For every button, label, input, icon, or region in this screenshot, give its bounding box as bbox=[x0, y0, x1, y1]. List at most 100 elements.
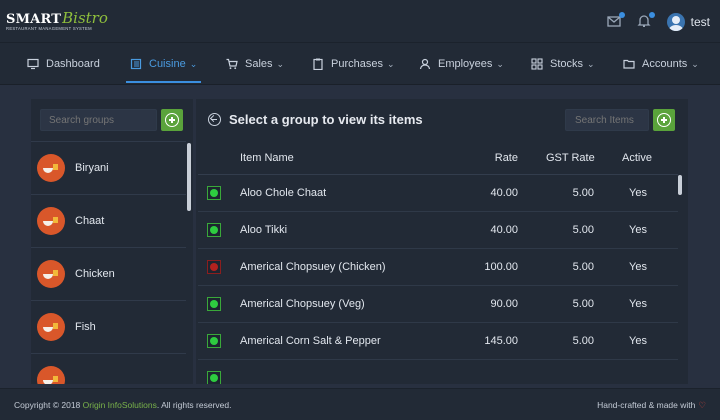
nav-accounts[interactable]: Accounts ⌄ bbox=[623, 43, 699, 85]
item-rate: 90.00 bbox=[490, 298, 518, 310]
item-name: Americal Chopsuey (Chicken) bbox=[240, 261, 386, 273]
avatar[interactable] bbox=[666, 12, 685, 31]
item-gst-rate: 5.00 bbox=[572, 261, 594, 273]
footer-credit: Hand-crafted & made with ♡ bbox=[597, 400, 706, 411]
bell-icon[interactable] bbox=[637, 11, 655, 30]
item-name: Aloo Chole Chaat bbox=[240, 187, 327, 199]
logo-secondary: Bistro bbox=[62, 9, 108, 27]
non-veg-icon bbox=[207, 260, 221, 274]
company-link[interactable]: Origin InfoSolutions bbox=[83, 400, 157, 410]
main-nav: Dashboard Cuisine ⌄ Sales ⌄ Purchases ⌄ … bbox=[0, 43, 720, 85]
list-item[interactable]: Chaat bbox=[31, 194, 186, 247]
page-title: Select a group to view its items bbox=[229, 112, 423, 127]
username[interactable]: test bbox=[691, 15, 710, 29]
column-item-name[interactable]: Item Name bbox=[240, 152, 294, 164]
copyright-text: Copyright © 2018 Origin InfoSolutions. A… bbox=[14, 400, 231, 410]
item-active: Yes bbox=[629, 335, 647, 347]
item-gst-rate: 5.00 bbox=[572, 298, 594, 310]
nav-stocks[interactable]: Stocks ⌄ bbox=[531, 43, 595, 85]
nav-sales-label: Sales bbox=[245, 58, 273, 70]
items-scrollbar[interactable] bbox=[678, 175, 682, 195]
nav-employees[interactable]: Employees ⌄ bbox=[419, 43, 504, 85]
copyright-suffix: . All rights reserved. bbox=[156, 400, 232, 410]
table-row[interactable]: Americal Chopsuey (Veg) 90.00 5.00 Yes bbox=[198, 286, 678, 323]
column-gst-rate[interactable]: GST Rate bbox=[546, 152, 595, 164]
users-icon bbox=[419, 58, 431, 70]
chevron-down-icon: ⌄ bbox=[189, 58, 198, 69]
veg-icon bbox=[207, 186, 221, 200]
nav-purchases-label: Purchases bbox=[331, 58, 383, 70]
search-items-input[interactable] bbox=[565, 109, 649, 131]
chevron-down-icon: ⌄ bbox=[691, 58, 699, 69]
monitor-icon bbox=[27, 58, 39, 70]
food-icon bbox=[37, 154, 65, 182]
item-name: Americal Corn Salt & Pepper bbox=[240, 335, 381, 347]
nav-cuisine[interactable]: Cuisine ⌄ bbox=[125, 43, 202, 85]
logo-tagline: RESTAURANT MANAGEMENT SYSTEM bbox=[6, 26, 92, 31]
nav-cuisine-label: Cuisine bbox=[149, 58, 186, 70]
list-item[interactable]: Biryani bbox=[31, 141, 186, 194]
add-group-button[interactable] bbox=[161, 109, 183, 131]
mail-badge bbox=[618, 11, 625, 18]
list-item[interactable] bbox=[31, 353, 186, 384]
item-active: Yes bbox=[629, 224, 647, 236]
item-rate: 40.00 bbox=[490, 187, 518, 199]
list-item[interactable]: Fish bbox=[31, 300, 186, 353]
group-label: Fish bbox=[75, 321, 96, 333]
group-list: Biryani Chaat Chicken Fish bbox=[31, 141, 186, 384]
item-active: Yes bbox=[629, 261, 647, 273]
item-gst-rate: 5.00 bbox=[572, 187, 594, 199]
plus-circle-icon bbox=[165, 113, 179, 127]
column-rate[interactable]: Rate bbox=[466, 152, 518, 164]
table-header: Item Name Rate GST Rate Active bbox=[198, 143, 678, 175]
app-logo[interactable]: SMARTBistro RESTAURANT MANAGEMENT SYSTEM bbox=[6, 9, 108, 35]
nav-accounts-label: Accounts bbox=[642, 58, 688, 70]
notification-badge bbox=[648, 11, 655, 18]
table-row[interactable]: Americal Chopsuey (Chicken) 100.00 5.00 … bbox=[198, 249, 678, 286]
nav-dashboard[interactable]: Dashboard bbox=[27, 43, 100, 85]
add-item-button[interactable] bbox=[653, 109, 675, 131]
list-item[interactable]: Chicken bbox=[31, 247, 186, 300]
cart-icon bbox=[226, 58, 238, 70]
chevron-down-icon: ⌄ bbox=[587, 58, 595, 69]
item-rate: 40.00 bbox=[490, 224, 518, 236]
nav-dashboard-label: Dashboard bbox=[46, 58, 100, 70]
mail-icon[interactable] bbox=[607, 11, 625, 30]
item-gst-rate: 5.00 bbox=[572, 335, 594, 347]
food-icon bbox=[37, 366, 65, 384]
item-active: Yes bbox=[629, 298, 647, 310]
nav-sales[interactable]: Sales ⌄ bbox=[226, 43, 284, 85]
table-row[interactable]: Aloo Chole Chaat 40.00 5.00 Yes bbox=[198, 175, 678, 212]
items-panel: Select a group to view its items Item Na… bbox=[196, 99, 688, 384]
grid-icon bbox=[531, 58, 543, 70]
column-active[interactable]: Active bbox=[622, 152, 652, 164]
table-row[interactable] bbox=[198, 360, 678, 384]
nav-purchases[interactable]: Purchases ⌄ bbox=[312, 43, 395, 85]
group-label: Chaat bbox=[75, 215, 105, 227]
veg-icon bbox=[207, 371, 221, 384]
search-groups-input[interactable] bbox=[40, 109, 157, 131]
nav-stocks-label: Stocks bbox=[550, 58, 584, 70]
food-icon bbox=[37, 260, 65, 288]
nav-employees-label: Employees bbox=[438, 58, 493, 70]
table-row[interactable]: Americal Corn Salt & Pepper 145.00 5.00 … bbox=[198, 323, 678, 360]
copyright-prefix: Copyright © 2018 bbox=[14, 400, 83, 410]
heart-icon: ♡ bbox=[698, 400, 706, 410]
item-rate: 100.00 bbox=[484, 261, 518, 273]
chevron-down-icon: ⌄ bbox=[496, 58, 504, 69]
group-label: Biryani bbox=[75, 162, 109, 174]
table-row[interactable]: Aloo Tikki 40.00 5.00 Yes bbox=[198, 212, 678, 249]
made-with-text: Hand-crafted & made with bbox=[597, 400, 696, 410]
back-arrow-icon[interactable] bbox=[208, 113, 221, 126]
chevron-down-icon: ⌄ bbox=[386, 58, 395, 69]
plus-circle-icon bbox=[657, 113, 671, 127]
veg-icon bbox=[207, 334, 221, 348]
clipboard-icon bbox=[313, 58, 323, 70]
folder-icon bbox=[623, 59, 635, 69]
groups-panel: Biryani Chaat Chicken Fish bbox=[31, 99, 193, 384]
top-bar: SMARTBistro RESTAURANT MANAGEMENT SYSTEM… bbox=[0, 0, 720, 43]
group-label: Chicken bbox=[75, 268, 115, 280]
groups-scrollbar[interactable] bbox=[187, 143, 191, 211]
item-name: Aloo Tikki bbox=[240, 224, 288, 236]
food-icon bbox=[37, 313, 65, 341]
